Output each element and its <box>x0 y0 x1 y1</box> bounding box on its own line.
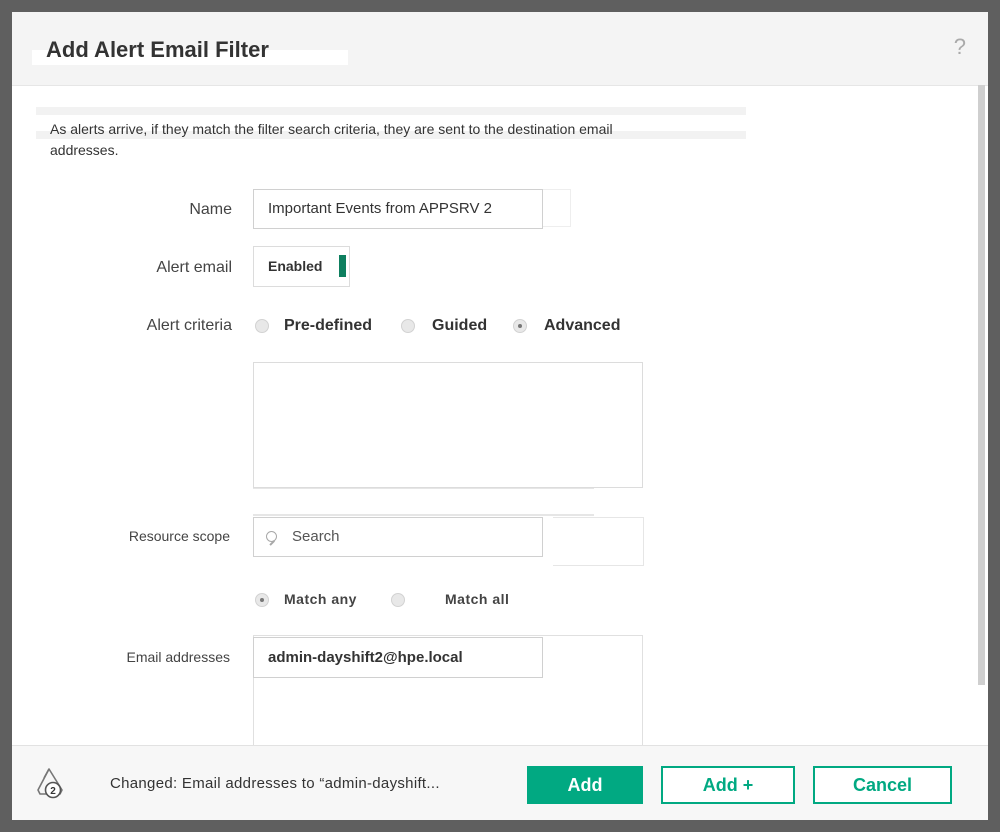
name-input[interactable]: Important Events from APPSRV 2 <box>253 189 543 229</box>
alert-email-toggle-label: Enabled <box>268 258 323 274</box>
radio-match-all[interactable] <box>391 593 405 607</box>
search-icon <box>266 531 277 542</box>
help-icon[interactable]: ? <box>954 34 966 60</box>
radio-guided-label[interactable]: Guided <box>432 317 487 335</box>
radio-match-any-label[interactable]: Match any <box>284 591 357 607</box>
cancel-button[interactable]: Cancel <box>813 766 952 804</box>
dialog-footer: 2 Changed: Email addresses to “admin-day… <box>12 745 988 820</box>
activity-icon[interactable]: 2 <box>32 766 66 800</box>
radio-guided[interactable] <box>401 319 415 333</box>
radio-predefined[interactable] <box>255 319 269 333</box>
alert-email-label: Alert email <box>156 259 232 276</box>
description-line-1: As alerts arrive, if they match the filt… <box>36 107 746 139</box>
radio-advanced[interactable] <box>513 319 527 333</box>
add-button[interactable]: Add <box>527 766 643 804</box>
scrollbar[interactable] <box>978 85 985 685</box>
alert-criteria-label: Alert criteria <box>146 317 232 334</box>
description-line-2: addresses. <box>50 142 119 158</box>
add-plus-button[interactable]: Add + <box>661 766 795 804</box>
radio-match-any[interactable] <box>255 593 269 607</box>
radio-match-all-label[interactable]: Match all <box>445 591 509 607</box>
radio-advanced-label[interactable]: Advanced <box>544 317 620 335</box>
name-input-frame <box>543 189 571 227</box>
activity-count: 2 <box>50 786 56 797</box>
alert-email-toggle[interactable]: Enabled <box>253 246 350 287</box>
criteria-divider <box>253 488 594 516</box>
status-message: Changed: Email addresses to “admin-daysh… <box>110 775 440 792</box>
dialog-header: Add Alert Email Filter ? <box>12 12 988 86</box>
scope-frame <box>553 517 644 566</box>
criteria-editor[interactable] <box>253 362 643 488</box>
email-addresses-label: Email addresses <box>126 649 231 665</box>
email-input[interactable]: admin-dayshift2@hpe.local <box>253 637 543 678</box>
resource-scope-label: Resource scope <box>128 528 230 544</box>
add-alert-email-filter-dialog: Add Alert Email Filter ? As alerts arriv… <box>12 12 988 820</box>
radio-predefined-label[interactable]: Pre-defined <box>284 317 372 335</box>
search-input[interactable]: Search <box>253 517 543 557</box>
toggle-knob <box>339 255 346 277</box>
search-placeholder: Search <box>292 528 340 545</box>
dialog-title: Add Alert Email Filter <box>46 37 269 62</box>
name-label: Name <box>189 201 232 218</box>
